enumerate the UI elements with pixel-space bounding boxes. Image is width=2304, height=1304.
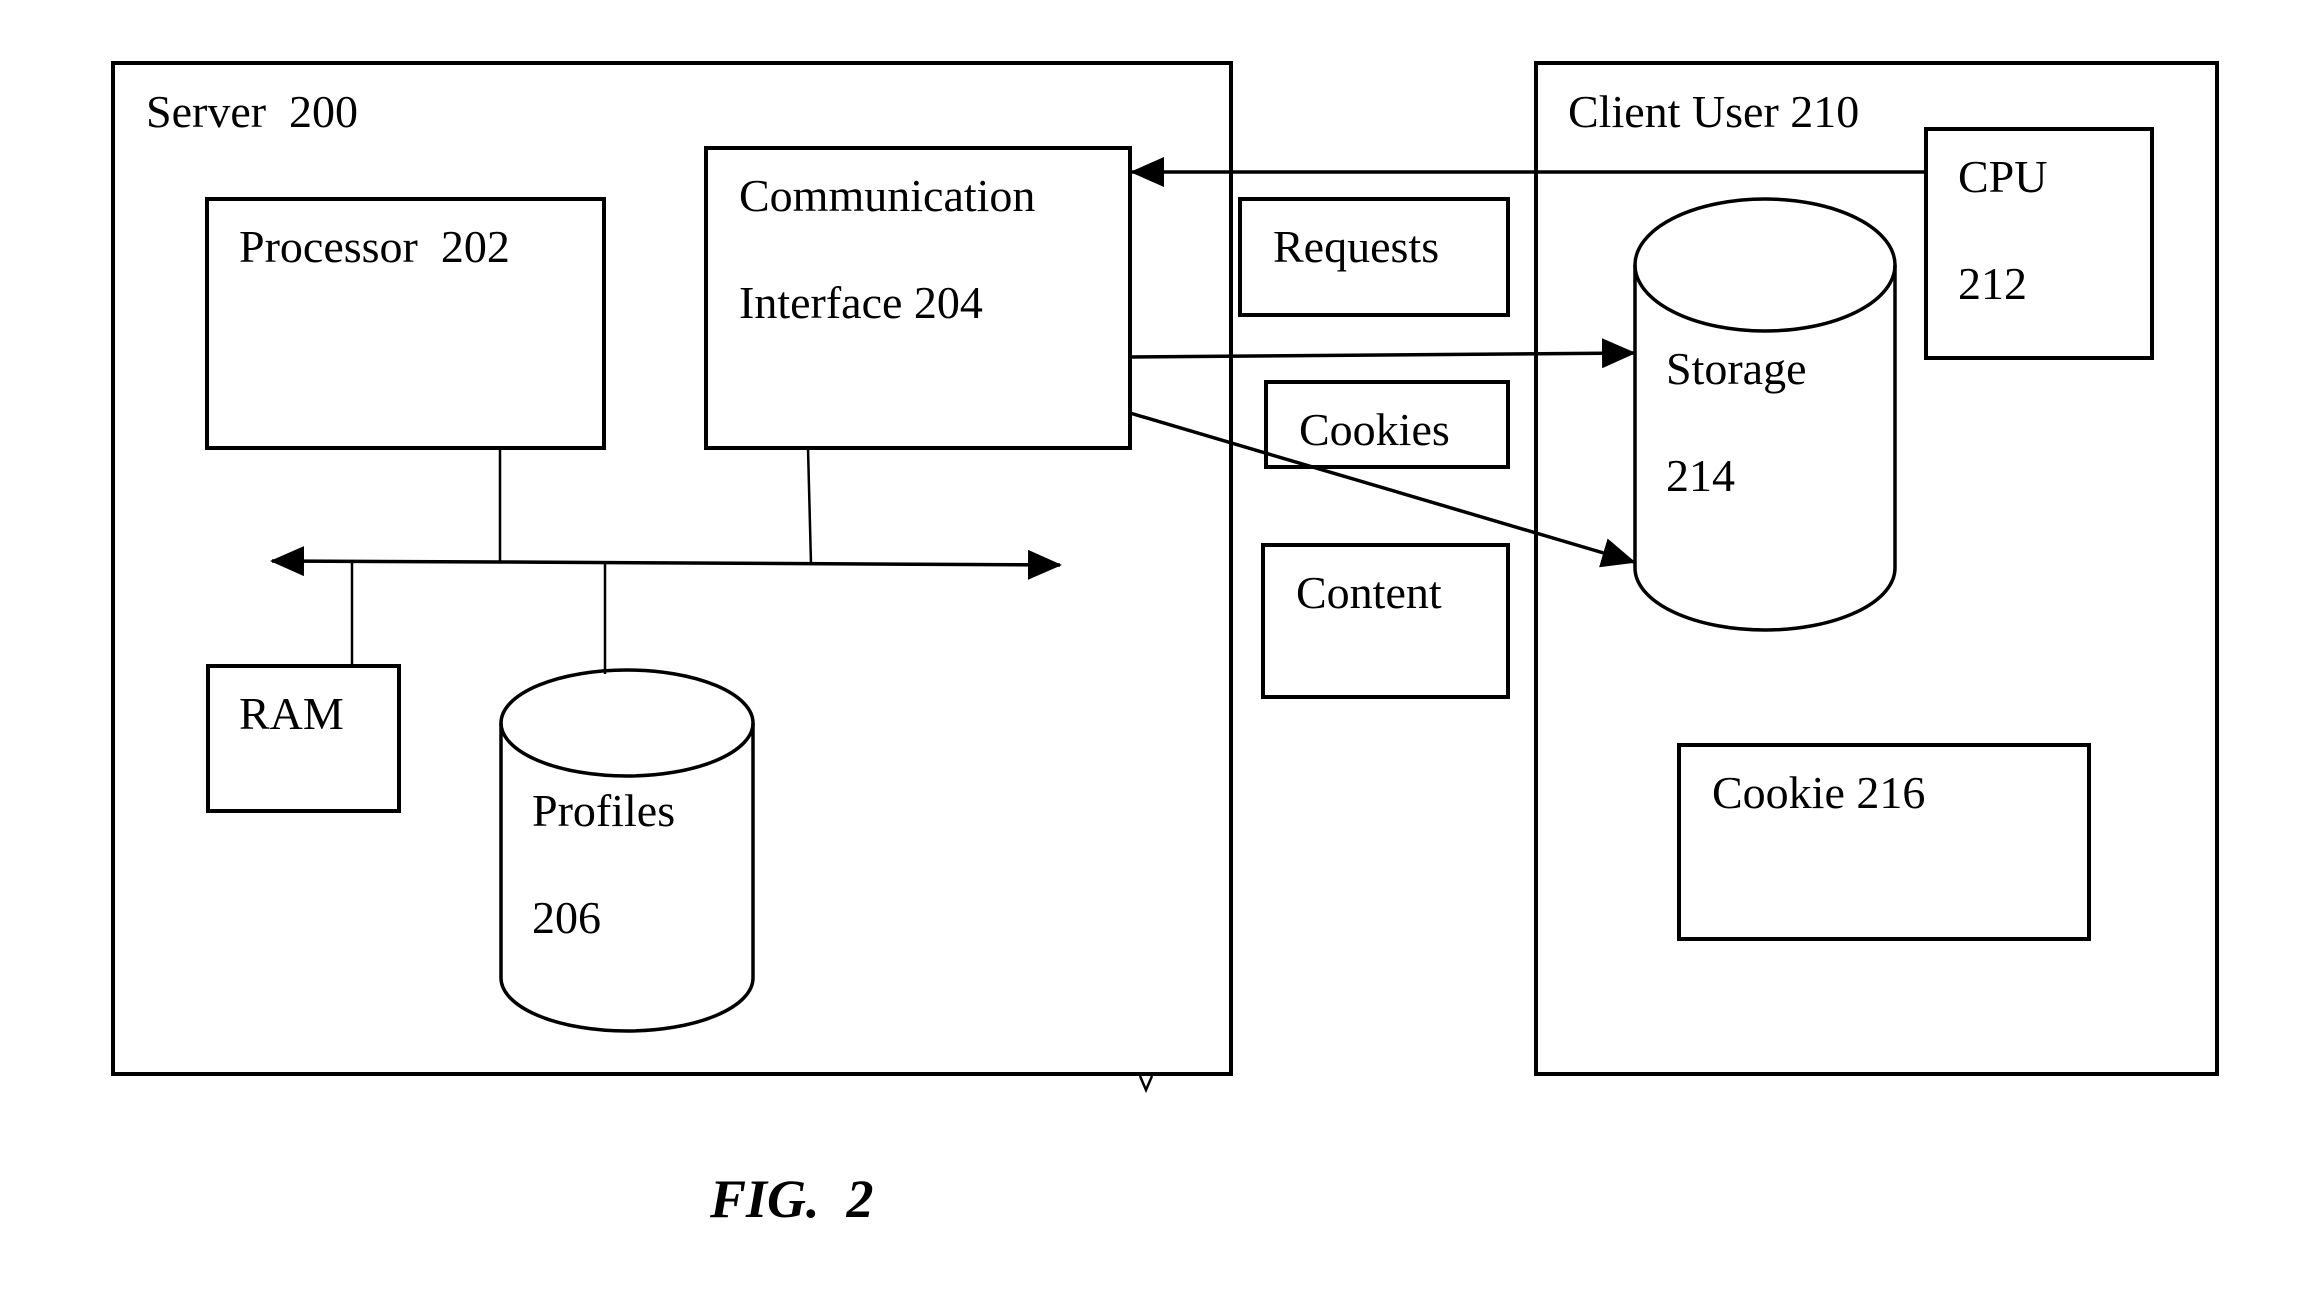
ram-box: RAM <box>206 664 401 813</box>
cpu-number: 212 <box>1958 258 2027 309</box>
client-user-box: Client User 210 <box>1534 61 2219 1076</box>
system-bus <box>270 546 1062 580</box>
server-box: Server 200 <box>111 61 1233 1076</box>
cpu-label: CPU <box>1958 151 2047 202</box>
storage-database-icon: Storage 214 <box>1633 197 1897 632</box>
ram-label: RAM <box>239 688 344 739</box>
diagram-canvas: Server 200 Processor 202 Communication I… <box>111 61 2219 1229</box>
small-tick-mark <box>1138 1075 1154 1094</box>
profiles-label: Profiles <box>532 785 675 836</box>
content-box: Content <box>1261 543 1510 699</box>
requests-label: Requests <box>1273 221 1439 272</box>
communication-interface-box: Communication Interface 204 <box>704 146 1132 450</box>
cookies-label: Cookies <box>1299 404 1450 455</box>
processor-box: Processor 202 <box>205 197 606 450</box>
requests-box: Requests <box>1238 197 1510 317</box>
profiles-number: 206 <box>532 892 601 943</box>
bus-arrow-left <box>270 546 501 577</box>
cookies-box: Cookies <box>1264 380 1510 469</box>
profiles-database-icon: Profiles 206 <box>499 668 755 1033</box>
server-label: Server 200 <box>146 86 358 137</box>
figure-caption: FIG. 2 <box>709 1169 874 1229</box>
storage-number: 214 <box>1666 450 1735 501</box>
cpu-box: CPU 212 <box>1924 127 2154 360</box>
cookie-label: Cookie 216 <box>1712 767 1925 818</box>
bus-arrow-right <box>499 549 1062 580</box>
storage-label: Storage <box>1666 343 1807 394</box>
comm-interface-label-line1: Communication <box>739 170 1035 221</box>
processor-label: Processor 202 <box>239 221 510 272</box>
comm-to-storage-arrow-top <box>1129 338 1636 369</box>
client-user-label: Client User 210 <box>1568 86 1859 137</box>
content-label: Content <box>1296 567 1442 618</box>
comm-interface-bus-connector <box>806 447 813 565</box>
cookie-box: Cookie 216 <box>1677 743 2091 941</box>
comm-interface-label-line2: Interface 204 <box>739 277 983 328</box>
